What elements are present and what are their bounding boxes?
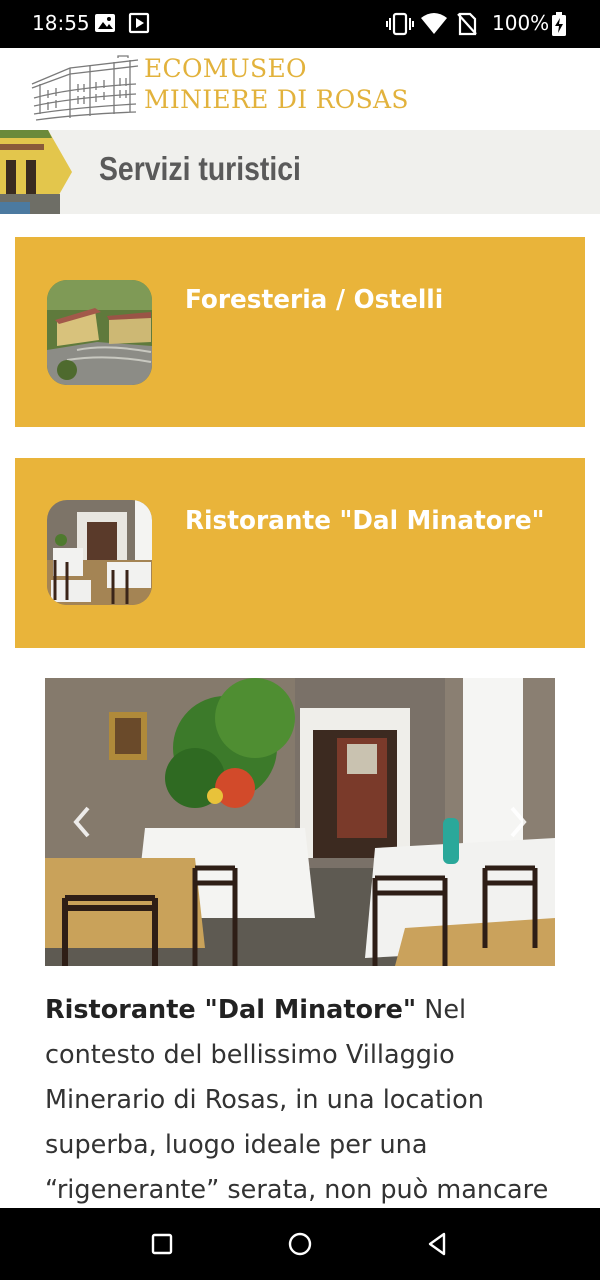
- vibrate-icon: [386, 12, 414, 40]
- recents-button[interactable]: [148, 1230, 176, 1258]
- back-button[interactable]: [424, 1230, 452, 1258]
- logo-text[interactable]: ECOMUSEO MINIERE DI ROSAS: [144, 53, 409, 115]
- square-icon: [151, 1233, 173, 1255]
- description-body: Nel contesto del bellissimo Villaggio Mi…: [45, 995, 549, 1205]
- circle-icon: [288, 1232, 312, 1256]
- logo-line-2: MINIERE DI ROSAS: [144, 85, 409, 114]
- photo-carousel[interactable]: [45, 678, 555, 966]
- carousel-slide-image: [45, 678, 555, 966]
- battery-charging-icon: [552, 12, 566, 40]
- description-title: Ristorante "Dal Minatore": [45, 995, 417, 1025]
- triangle-back-icon: [428, 1232, 446, 1256]
- battery-percentage: 100%: [492, 11, 550, 35]
- chevron-left-icon: [73, 806, 90, 838]
- logo-building-drawing[interactable]: [30, 54, 140, 127]
- service-title-foresteria[interactable]: Foresteria / Ostelli: [185, 285, 443, 315]
- foresteria-thumbnail: [47, 280, 152, 385]
- image-icon: [94, 12, 116, 38]
- ristorante-thumbnail: [47, 500, 152, 605]
- logo-line-1: ECOMUSEO: [144, 54, 307, 83]
- service-card-ristorante[interactable]: Ristorante "Dal Minatore": [15, 458, 585, 648]
- site-header: ECOMUSEO MINIERE DI ROSAS: [0, 48, 600, 130]
- chevron-right-icon: [510, 806, 527, 838]
- carousel-prev-button[interactable]: [67, 802, 97, 842]
- media-icon: [128, 12, 150, 38]
- service-title-ristorante[interactable]: Ristorante "Dal Minatore": [185, 506, 545, 536]
- service-card-foresteria[interactable]: Foresteria / Ostelli: [15, 237, 585, 427]
- no-sim-icon: [456, 12, 478, 40]
- restaurant-description: Ristorante "Dal Minatore" Nel contesto d…: [45, 988, 565, 1213]
- section-thumbnail-image: [0, 130, 100, 214]
- status-bar: 18:55 100%: [0, 0, 600, 48]
- section-header: Servizi turistici: [0, 130, 600, 214]
- section-title: Servizi turistici: [99, 150, 301, 187]
- carousel-next-button[interactable]: [503, 802, 533, 842]
- home-button[interactable]: [286, 1230, 314, 1258]
- wifi-icon: [420, 12, 448, 40]
- navigation-bar: [0, 1208, 600, 1280]
- status-time: 18:55: [32, 11, 90, 35]
